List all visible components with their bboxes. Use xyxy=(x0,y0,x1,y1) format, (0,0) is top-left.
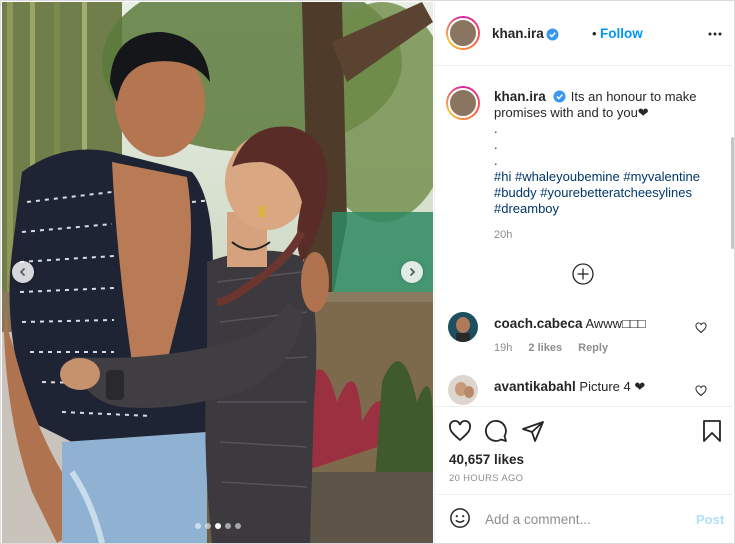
post-details-panel: khan.ira • Follow khan.ira Its an honour… xyxy=(434,2,735,543)
verified-badge-icon xyxy=(546,28,559,41)
more-options-icon[interactable] xyxy=(707,26,723,42)
commenter-avatar[interactable] xyxy=(448,375,478,405)
emoji-icon[interactable] xyxy=(449,507,471,529)
commenter-username[interactable]: coach.cabeca xyxy=(494,316,583,331)
commenter-avatar[interactable] xyxy=(448,312,478,342)
separator-bullet: • xyxy=(592,26,597,41)
post-comment-button[interactable]: Post xyxy=(696,512,724,527)
hashtags-line-1[interactable]: #hi #whaleyoubemine #myvalentine xyxy=(494,169,700,184)
author-username[interactable]: khan.ira xyxy=(492,26,544,41)
chevron-left-icon xyxy=(19,267,26,277)
comments-list[interactable]: khan.ira Its an honour to make promises w… xyxy=(435,67,735,406)
carousel-dot xyxy=(224,523,231,529)
avatar-image xyxy=(448,88,478,118)
comment-text: coach.cabeca Awww□□□ xyxy=(494,316,646,331)
commenter-username[interactable]: avantikabahl xyxy=(494,379,576,394)
photo-illustration xyxy=(2,2,433,543)
caption-dot: . xyxy=(494,121,498,136)
caption-username[interactable]: khan.ira xyxy=(494,89,546,104)
share-icon[interactable] xyxy=(521,419,545,443)
carousel-dot xyxy=(234,523,241,529)
heart-icon[interactable] xyxy=(695,385,707,397)
comment-likes[interactable]: 2 likes xyxy=(528,342,562,354)
reply-button[interactable]: Reply xyxy=(578,342,608,354)
add-comment-bar: Post xyxy=(435,494,735,543)
post-actions: 40,657 likes 20 HOURS AGO xyxy=(435,406,735,494)
comments-scrollbar[interactable] xyxy=(731,137,734,249)
caption-dot: . xyxy=(494,153,498,168)
caption-line-2: promises with and to you❤ xyxy=(494,105,649,120)
caption-line-1: Its an honour to make xyxy=(570,89,697,104)
comment-body: Picture 4 ❤ xyxy=(579,379,646,394)
author-avatar[interactable] xyxy=(446,16,480,50)
heart-icon[interactable] xyxy=(448,419,472,443)
post-dialog: khan.ira • Follow khan.ira Its an honour… xyxy=(0,0,735,544)
post-photo[interactable] xyxy=(2,2,433,543)
carousel-dot xyxy=(214,523,221,529)
caption-timestamp[interactable]: 20h xyxy=(494,229,512,241)
follow-button[interactable]: Follow xyxy=(600,26,643,41)
heart-icon[interactable] xyxy=(695,322,707,334)
comment-time[interactable]: 19h xyxy=(494,342,512,354)
carousel-indicator xyxy=(2,523,433,529)
likes-count[interactable]: 40,657 likes xyxy=(449,452,524,467)
comment-body: Awww□□□ xyxy=(585,316,646,331)
previous-photo-button[interactable] xyxy=(12,261,34,283)
avatar-image xyxy=(448,312,478,342)
load-more-icon[interactable] xyxy=(572,263,594,285)
carousel-dot xyxy=(194,523,201,529)
caption-dot: . xyxy=(494,137,498,152)
comment-input[interactable] xyxy=(485,509,685,529)
verified-badge-icon xyxy=(553,90,566,103)
comment-meta: 19h 2 likes Reply xyxy=(494,342,621,354)
chevron-right-icon xyxy=(409,267,416,277)
next-photo-button[interactable] xyxy=(401,261,423,283)
avatar-image xyxy=(448,18,478,48)
comment-icon[interactable] xyxy=(484,419,508,443)
caption-text: khan.ira Its an honour to make promises w… xyxy=(494,89,724,217)
comment-text: avantikabahl Picture 4 ❤ xyxy=(494,379,645,395)
post-header: khan.ira • Follow xyxy=(435,2,735,66)
carousel-dot xyxy=(204,523,211,529)
post-timestamp[interactable]: 20 HOURS AGO xyxy=(449,473,523,484)
avatar-image xyxy=(448,375,478,405)
caption-avatar[interactable] xyxy=(446,86,480,120)
hashtags-line-2[interactable]: #buddy #yourebetteratcheesylines xyxy=(494,185,692,200)
hashtags-line-3[interactable]: #dreamboy xyxy=(494,201,559,216)
bookmark-icon[interactable] xyxy=(700,419,724,443)
